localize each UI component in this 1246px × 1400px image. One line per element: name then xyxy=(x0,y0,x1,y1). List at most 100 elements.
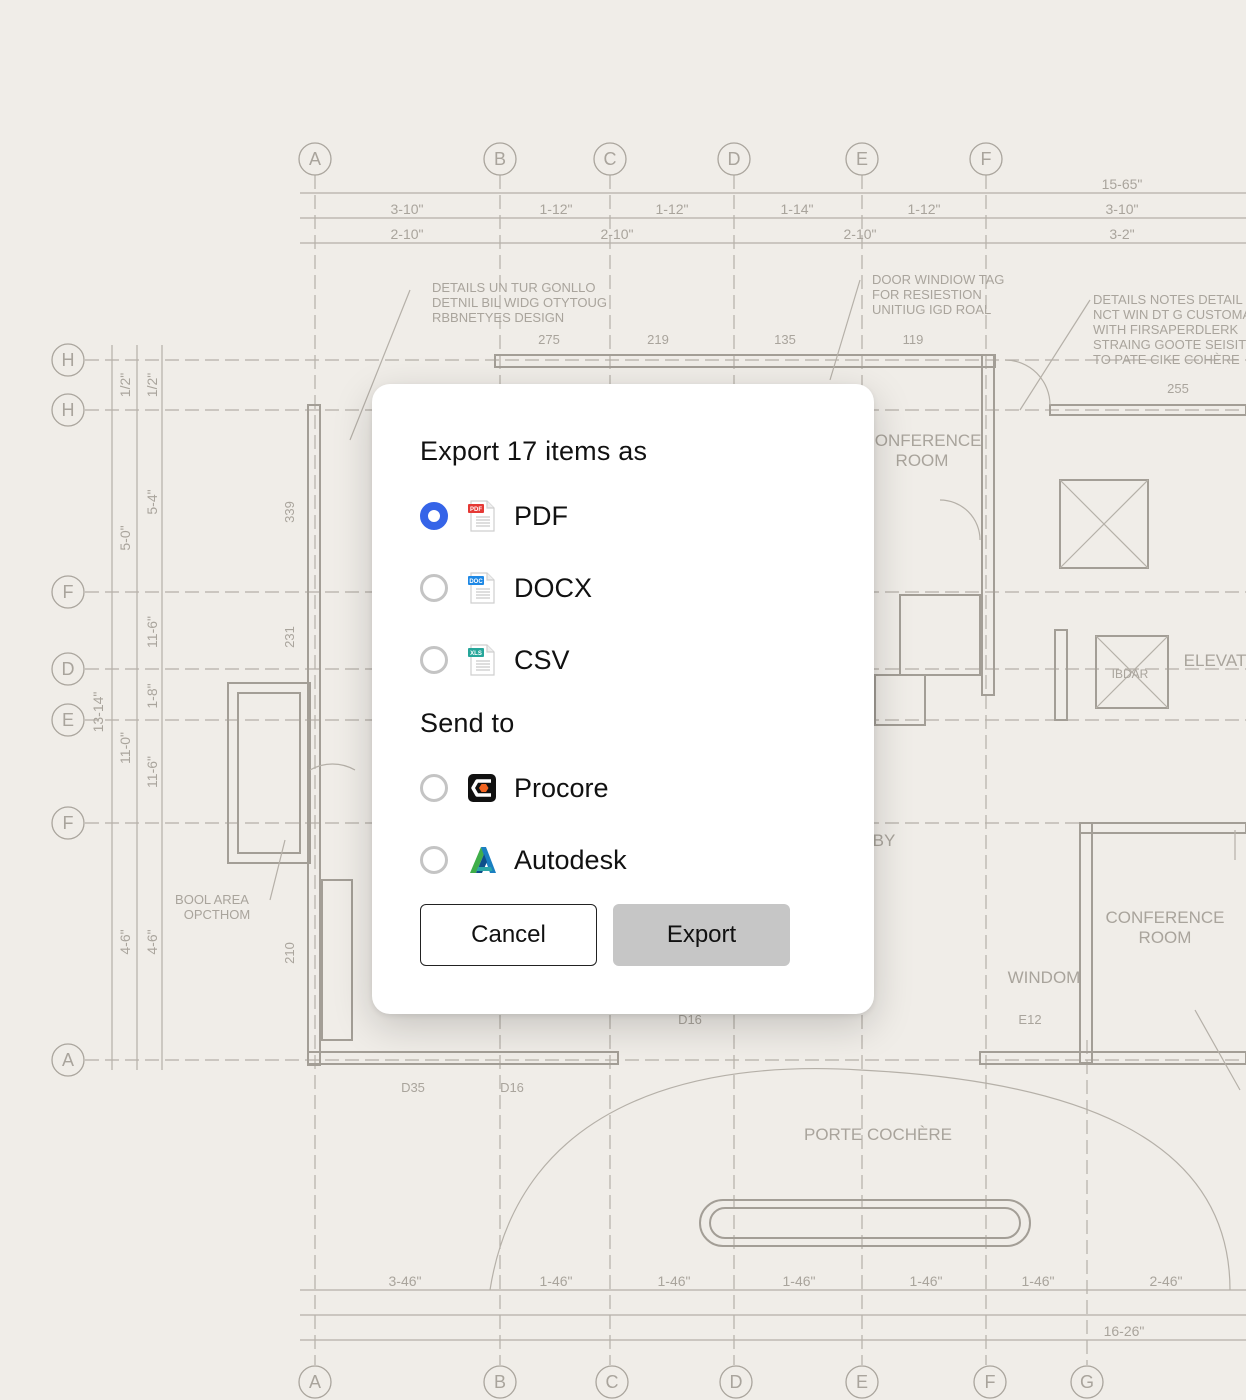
docx-file-icon: DOC xyxy=(466,572,498,604)
svg-text:F: F xyxy=(985,1372,996,1392)
format-label-csv: CSV xyxy=(514,644,570,675)
svg-text:B: B xyxy=(494,1372,506,1392)
svg-text:E: E xyxy=(856,149,868,169)
destination-option-autodesk[interactable]: Autodesk xyxy=(420,840,627,880)
svg-text:255: 255 xyxy=(1167,381,1189,396)
svg-text:5-0": 5-0" xyxy=(117,525,133,550)
svg-text:C: C xyxy=(604,149,617,169)
svg-text:2-10": 2-10" xyxy=(391,226,424,242)
svg-text:DOOR WINDIOW TAG: DOOR WINDIOW TAG xyxy=(872,272,1004,287)
destination-label-autodesk: Autodesk xyxy=(514,844,627,875)
svg-text:F: F xyxy=(63,582,74,602)
svg-text:4-6": 4-6" xyxy=(117,929,133,954)
svg-text:1-46": 1-46" xyxy=(910,1273,943,1289)
svg-text:ELEVAT: ELEVAT xyxy=(1184,651,1246,670)
svg-text:D16: D16 xyxy=(678,1012,702,1027)
svg-text:WITH FIRSAPERDLERK: WITH FIRSAPERDLERK xyxy=(1093,322,1239,337)
svg-text:D35: D35 xyxy=(401,1080,425,1095)
docx-radio[interactable] xyxy=(420,574,448,602)
procore-radio[interactable] xyxy=(420,774,448,802)
svg-text:1/2": 1/2" xyxy=(117,373,133,397)
svg-text:E: E xyxy=(62,710,74,730)
svg-text:1-12": 1-12" xyxy=(908,201,941,217)
svg-text:ROOM: ROOM xyxy=(896,451,949,470)
svg-text:2-46": 2-46" xyxy=(1150,1273,1183,1289)
format-label-pdf: PDF xyxy=(514,500,568,531)
svg-text:1-12": 1-12" xyxy=(540,201,573,217)
pdf-file-icon: PDF xyxy=(466,500,498,532)
svg-text:16-26": 16-26" xyxy=(1104,1323,1145,1339)
svg-text:A: A xyxy=(62,1050,74,1070)
svg-text:11-0": 11-0" xyxy=(117,732,133,764)
destination-label-procore: Procore xyxy=(514,772,609,803)
svg-text:135: 135 xyxy=(774,332,796,347)
autodesk-radio[interactable] xyxy=(420,846,448,874)
svg-text:11-6": 11-6" xyxy=(144,616,160,648)
svg-text:CONFERENCE: CONFERENCE xyxy=(1105,908,1224,927)
svg-text:1-12": 1-12" xyxy=(656,201,689,217)
svg-text:13-14": 13-14" xyxy=(90,692,106,733)
svg-text:FOR RESIESTION: FOR RESIESTION xyxy=(872,287,982,302)
svg-text:C: C xyxy=(606,1372,619,1392)
svg-text:H: H xyxy=(62,400,75,420)
svg-text:1-46": 1-46" xyxy=(658,1273,691,1289)
svg-text:PDF: PDF xyxy=(470,507,482,513)
svg-text:G: G xyxy=(1080,1372,1094,1392)
svg-text:TO PATE CIKE COHÈRE: TO PATE CIKE COHÈRE xyxy=(1093,352,1240,367)
svg-text:F: F xyxy=(63,813,74,833)
svg-text:BOOL AREA: BOOL AREA xyxy=(175,892,249,907)
svg-text:A: A xyxy=(309,1372,321,1392)
svg-text:2-10": 2-10" xyxy=(844,226,877,242)
csv-radio[interactable] xyxy=(420,646,448,674)
pdf-radio[interactable] xyxy=(420,502,448,530)
svg-text:D: D xyxy=(730,1372,743,1392)
svg-text:1-8": 1-8" xyxy=(144,683,160,708)
svg-text:DETAILS UN TUR GONLLO: DETAILS UN TUR GONLLO xyxy=(432,280,596,295)
cancel-button[interactable]: Cancel xyxy=(420,904,597,966)
svg-text:H: H xyxy=(62,350,75,370)
svg-text:231: 231 xyxy=(282,626,297,648)
svg-text:DOC: DOC xyxy=(469,579,483,585)
svg-text:F: F xyxy=(981,149,992,169)
svg-text:UNITIUG IGD ROAL: UNITIUG IGD ROAL xyxy=(872,302,991,317)
svg-text:RBBNETYES DESIGN: RBBNETYES DESIGN xyxy=(432,310,564,325)
format-label-docx: DOCX xyxy=(514,572,593,603)
svg-text:DETNIL BIL WIDG OTYTOUG: DETNIL BIL WIDG OTYTOUG xyxy=(432,295,607,310)
procore-logo-icon xyxy=(466,772,498,804)
svg-text:3-10": 3-10" xyxy=(391,201,424,217)
svg-text:275: 275 xyxy=(538,332,560,347)
svg-text:11-6": 11-6" xyxy=(144,756,160,788)
svg-text:4-6": 4-6" xyxy=(144,929,160,954)
svg-text:3-46": 3-46" xyxy=(389,1273,422,1289)
svg-text:D16: D16 xyxy=(500,1080,524,1095)
format-option-pdf[interactable]: PDF PDF xyxy=(420,496,568,536)
svg-text:B: B xyxy=(494,149,506,169)
svg-text:15-65": 15-65" xyxy=(1102,176,1143,192)
destination-option-procore[interactable]: Procore xyxy=(420,768,609,808)
svg-text:1-46": 1-46" xyxy=(1022,1273,1055,1289)
format-option-csv[interactable]: XLS CSV xyxy=(420,640,570,680)
svg-text:PORTE COCHÈRE: PORTE COCHÈRE xyxy=(804,1125,952,1144)
svg-text:1-14": 1-14" xyxy=(781,201,814,217)
export-button[interactable]: Export xyxy=(613,904,790,966)
svg-text:339: 339 xyxy=(282,501,297,523)
svg-text:A: A xyxy=(309,149,321,169)
svg-text:CONFERENCE: CONFERENCE xyxy=(862,431,981,450)
format-option-docx[interactable]: DOC DOCX xyxy=(420,568,592,608)
svg-text:NCT WIN DT G CUSTOMAR: NCT WIN DT G CUSTOMAR xyxy=(1093,307,1246,322)
svg-text:219: 219 xyxy=(647,332,669,347)
svg-text:BY: BY xyxy=(873,831,896,850)
send-to-title: Send to xyxy=(420,708,515,738)
svg-text:119: 119 xyxy=(903,332,924,347)
export-dialog: Export 17 items as PDF PDF DOC DOCX XLS … xyxy=(372,384,874,1014)
svg-text:1-46": 1-46" xyxy=(783,1273,816,1289)
svg-text:DETAILS NOTES DETAIL: DETAILS NOTES DETAIL xyxy=(1093,292,1243,307)
svg-text:IBDAR: IBDAR xyxy=(1112,667,1149,681)
svg-text:D: D xyxy=(728,149,741,169)
svg-text:XLS: XLS xyxy=(470,651,482,657)
svg-text:E: E xyxy=(856,1372,868,1392)
svg-text:2-10": 2-10" xyxy=(601,226,634,242)
svg-text:1/2": 1/2" xyxy=(144,373,160,397)
svg-text:210: 210 xyxy=(282,942,297,964)
svg-text:WINDOM: WINDOM xyxy=(1008,968,1081,987)
